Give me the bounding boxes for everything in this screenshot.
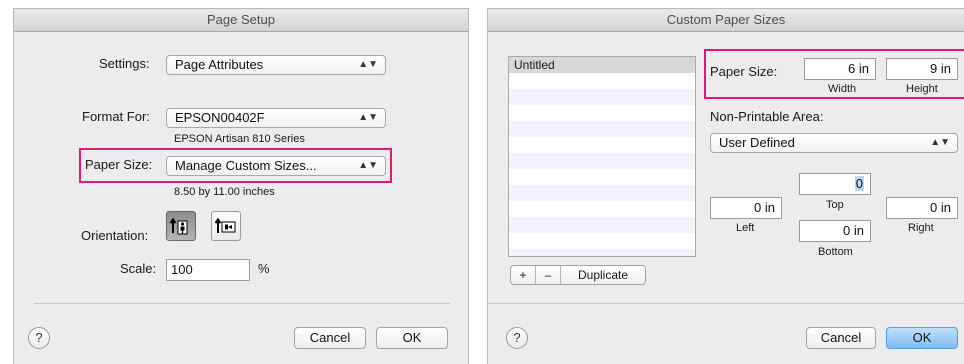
custom-paper-sizes-dialog: Custom Paper Sizes Untitled + – Duplicat… <box>487 8 964 364</box>
paper-size-label: Paper Size: <box>85 157 153 172</box>
bottom-margin-input[interactable]: 0 in <box>799 220 871 242</box>
list-row-empty <box>509 105 695 121</box>
dialog-title: Custom Paper Sizes <box>488 9 964 32</box>
list-row-empty <box>509 185 695 201</box>
list-item[interactable]: Untitled <box>509 57 695 73</box>
height-label: Height <box>906 83 938 95</box>
format-for-value: EPSON00402F <box>175 110 265 125</box>
paper-size-label: Paper Size: <box>710 64 778 79</box>
paper-size-list[interactable]: Untitled <box>508 56 696 257</box>
scale-label: Scale: <box>120 261 157 276</box>
dialog-title: Page Setup <box>14 9 468 32</box>
popup-arrows-icon: ▲▼ <box>358 59 378 70</box>
list-row-empty <box>509 137 695 153</box>
paper-size-popup[interactable]: Manage Custom Sizes... ▲▼ <box>166 156 386 176</box>
scale-unit: % <box>258 261 270 276</box>
left-margin-input[interactable]: 0 in <box>710 197 782 219</box>
list-row-empty <box>509 169 695 185</box>
list-row-empty <box>509 201 695 217</box>
cancel-button[interactable]: Cancel <box>294 327 366 349</box>
top-label: Top <box>826 199 844 211</box>
popup-arrows-icon: ▲▼ <box>358 160 378 171</box>
popup-arrows-icon: ▲▼ <box>930 137 950 148</box>
popup-arrows-icon: ▲▼ <box>358 112 378 123</box>
top-margin-value: 0 <box>854 176 864 191</box>
width-input[interactable]: 6 in <box>804 58 876 80</box>
cancel-button[interactable]: Cancel <box>806 327 876 349</box>
list-row-empty <box>509 233 695 249</box>
landscape-orientation-button[interactable] <box>211 211 241 241</box>
non-printable-label: Non-Printable Area: <box>710 109 824 124</box>
list-row-empty <box>509 89 695 105</box>
page-setup-dialog: Page Setup Settings: Page Attributes ▲▼ … <box>13 8 469 364</box>
portrait-icon <box>169 217 188 235</box>
divider <box>34 303 450 304</box>
help-button[interactable]: ? <box>506 327 528 349</box>
paper-size-value: Manage Custom Sizes... <box>175 158 317 173</box>
list-row-empty <box>509 121 695 137</box>
width-label: Width <box>828 83 857 95</box>
scale-input[interactable]: 100 <box>166 259 250 281</box>
format-for-popup[interactable]: EPSON00402F ▲▼ <box>166 108 386 128</box>
divider <box>488 303 964 304</box>
right-label: Right <box>908 222 934 234</box>
list-row-empty <box>509 73 695 89</box>
list-row-empty <box>509 217 695 233</box>
non-printable-popup[interactable]: User Defined ▲▼ <box>710 133 958 153</box>
left-label: Left <box>736 222 755 234</box>
portrait-orientation-button[interactable] <box>166 211 196 241</box>
paper-dimensions: 8.50 by 11.00 inches <box>174 186 275 198</box>
settings-popup[interactable]: Page Attributes ▲▼ <box>166 55 386 75</box>
remove-button[interactable]: – <box>536 266 560 284</box>
add-button[interactable]: + <box>511 266 535 284</box>
top-margin-input[interactable]: 0 <box>799 173 871 195</box>
help-button[interactable]: ? <box>28 327 50 349</box>
ok-button[interactable]: OK <box>376 327 448 349</box>
settings-value: Page Attributes <box>175 57 264 72</box>
settings-label: Settings: <box>99 56 150 71</box>
list-controls: + – Duplicate <box>510 265 646 285</box>
format-for-label: Format For: <box>82 109 150 124</box>
list-row-empty <box>509 153 695 169</box>
list-row-empty <box>509 249 695 256</box>
right-margin-input[interactable]: 0 in <box>886 197 958 219</box>
bottom-label: Bottom <box>818 246 853 258</box>
duplicate-button[interactable]: Duplicate <box>561 266 645 284</box>
orientation-label: Orientation: <box>81 228 149 243</box>
height-input[interactable]: 9 in <box>886 58 958 80</box>
landscape-icon <box>214 217 236 233</box>
non-printable-value: User Defined <box>719 135 795 150</box>
printer-model: EPSON Artisan 810 Series <box>174 133 305 145</box>
ok-button[interactable]: OK <box>886 327 958 349</box>
